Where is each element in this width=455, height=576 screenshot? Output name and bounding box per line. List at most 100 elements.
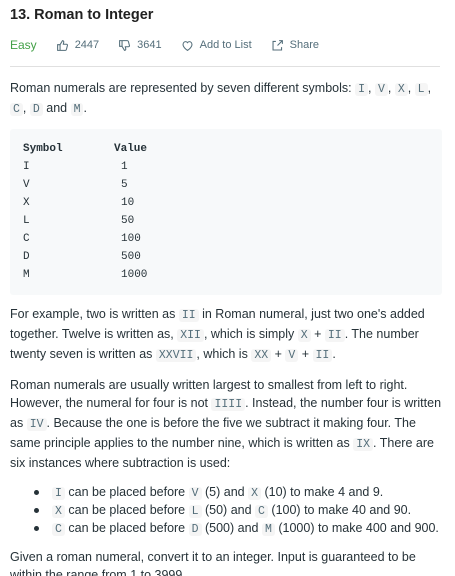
dislike-count: 3641	[137, 39, 162, 51]
row-symbol: D	[23, 251, 30, 263]
thumbs-down-icon	[119, 39, 131, 51]
example-paragraph: For example, two is written as II in Rom…	[10, 305, 442, 365]
code-numeral: XX	[251, 349, 272, 362]
add-to-list-button[interactable]: Add to List	[181, 39, 252, 52]
text: (1000) to make 400 and 900.	[274, 521, 439, 535]
code-symbol: X	[394, 83, 408, 96]
row-value: 50	[121, 215, 135, 227]
row-symbol: M	[23, 269, 30, 281]
final-paragraph: Given a roman numeral, convert it to an …	[10, 550, 416, 576]
text: can be placed before	[64, 521, 189, 535]
code-numeral: I	[52, 487, 65, 500]
table-row: D 500	[23, 248, 429, 266]
separator: ,	[368, 81, 375, 95]
text: (500) and	[201, 521, 262, 535]
code-numeral: II	[324, 329, 345, 342]
code-numeral: IX	[353, 438, 374, 451]
row-symbol: V	[23, 179, 30, 191]
list-item: I can be placed before V (5) and X (10) …	[32, 483, 442, 501]
text: +	[271, 347, 286, 361]
code-numeral: II	[312, 349, 333, 362]
row-value: 1	[121, 161, 128, 173]
and-word: and	[42, 101, 71, 115]
share-button[interactable]: Share	[271, 39, 319, 52]
text: +	[298, 347, 313, 361]
symbol-value-table: Symbol Value I 1 V 5 X 10 L 50 C 100 D 500 M 1000	[10, 129, 442, 295]
code-symbol: M	[70, 103, 84, 116]
code-numeral: X	[297, 329, 311, 342]
code-numeral: C	[255, 505, 268, 518]
code-numeral: L	[188, 505, 202, 518]
problem-title: 13. Roman to Integer	[10, 7, 154, 23]
code-symbol: C	[10, 103, 23, 116]
share-icon	[272, 39, 283, 50]
table-row: L 50	[23, 212, 429, 230]
code-symbol: L	[414, 83, 428, 96]
code-numeral: D	[188, 523, 202, 536]
problem-meta-bar: Easy 2447 3641 Add to List Share	[10, 37, 338, 53]
code-numeral: M	[261, 523, 275, 536]
row-value: 1000	[121, 269, 148, 281]
code-symbol: V	[374, 83, 388, 96]
text: (50) and	[201, 503, 256, 517]
heart-icon	[182, 40, 193, 51]
table-row: C 100	[23, 230, 429, 248]
text: can be placed before	[64, 485, 189, 499]
text: , which is simply	[203, 327, 298, 341]
code-numeral: II	[178, 309, 199, 322]
like-button[interactable]: 2447	[56, 39, 99, 52]
text: .	[332, 347, 336, 361]
problem-description: Roman numerals are represented by seven …	[10, 79, 442, 576]
code-numeral: X	[248, 487, 261, 500]
intro-text: Roman numerals are represented by seven …	[10, 81, 356, 95]
share-label: Share	[289, 39, 319, 51]
header-symbol: Symbol	[23, 143, 63, 155]
order-paragraph: Roman numerals are usually written large…	[10, 376, 442, 472]
row-symbol: L	[23, 215, 30, 227]
difficulty-badge: Easy	[10, 38, 37, 52]
header-value: Value	[114, 143, 148, 155]
intro-paragraph: Roman numerals are represented by seven …	[10, 79, 442, 119]
row-value: 100	[121, 233, 141, 245]
subtraction-rules-list: I can be placed before V (5) and X (10) …	[32, 483, 442, 537]
code-numeral: V	[285, 349, 299, 362]
row-symbol: X	[23, 197, 30, 209]
separator: ,	[22, 101, 30, 115]
code-numeral: IIII	[211, 398, 246, 411]
separator: ,	[427, 81, 432, 95]
code-symbol: D	[29, 103, 43, 116]
text: can be placed before	[64, 503, 189, 517]
table-row: X 10	[23, 194, 429, 212]
code-numeral: XXVII	[155, 349, 197, 362]
table-row: V5	[23, 176, 429, 194]
dislike-button[interactable]: 3641	[118, 39, 162, 52]
code-numeral: IV	[26, 418, 47, 431]
code-numeral: V	[188, 487, 202, 500]
header-divider	[10, 66, 440, 67]
table-row: I1	[23, 158, 429, 176]
separator: ,	[407, 81, 415, 95]
text: (10) to make 4 and 9.	[260, 485, 384, 499]
code-numeral: X	[52, 505, 65, 518]
row-value: 5	[121, 179, 128, 191]
row-symbol: C	[23, 233, 30, 245]
list-item: X can be placed before L (50) and C (100…	[32, 501, 442, 519]
text: +	[310, 327, 325, 341]
like-count: 2447	[74, 39, 100, 51]
separator: ,	[387, 81, 395, 95]
row-value: 10	[121, 197, 135, 209]
code-symbol: I	[355, 83, 368, 96]
code-numeral: XII	[177, 329, 204, 342]
table-header: Symbol Value	[23, 140, 429, 158]
row-symbol: I	[23, 161, 30, 173]
period: .	[83, 101, 87, 115]
code-numeral: C	[52, 523, 65, 536]
text: For example, two is written as	[10, 307, 179, 321]
text: , which is	[196, 347, 252, 361]
list-item: C can be placed before D (500) and M (10…	[32, 519, 442, 537]
text: (5) and	[201, 485, 249, 499]
add-to-list-label: Add to List	[199, 39, 252, 51]
text: (100) to make 40 and 90.	[267, 503, 412, 517]
table-row: M 1000	[23, 266, 429, 284]
thumbs-up-icon	[56, 39, 68, 51]
